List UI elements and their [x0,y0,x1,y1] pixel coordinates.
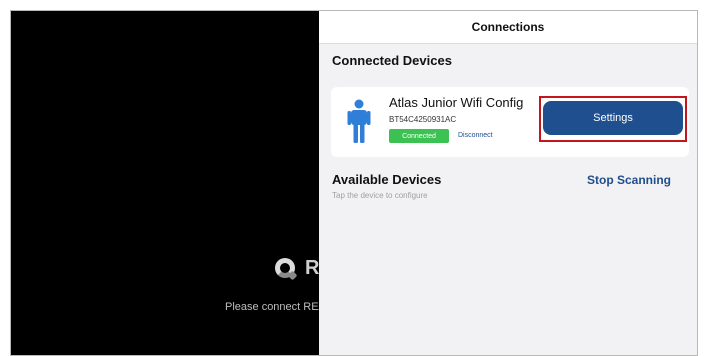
connections-panel: Connections Connected Devices Atlas Juni… [319,11,697,355]
connected-device-card[interactable]: Atlas Junior Wifi Config BT54C4250931AC … [331,87,689,157]
disconnect-link[interactable]: Disconnect [458,132,493,139]
brand-ring-icon [275,258,295,278]
stop-scanning-button[interactable]: Stop Scanning [587,173,671,187]
panel-header: Connections [319,11,697,44]
available-devices-title: Available Devices [332,172,442,187]
app-frame: REALITi 360 Please connect REALITi Devic… [10,10,698,356]
available-devices-hint: Tap the device to configure [332,191,428,200]
connected-status-badge: Connected [389,129,449,143]
device-name: Atlas Junior Wifi Config [389,95,524,110]
person-icon [347,99,371,143]
connected-devices-title: Connected Devices [332,53,452,68]
panel-title: Connections [471,20,545,34]
settings-button[interactable]: Settings [543,101,683,135]
device-id: BT54C4250931AC [389,115,457,124]
